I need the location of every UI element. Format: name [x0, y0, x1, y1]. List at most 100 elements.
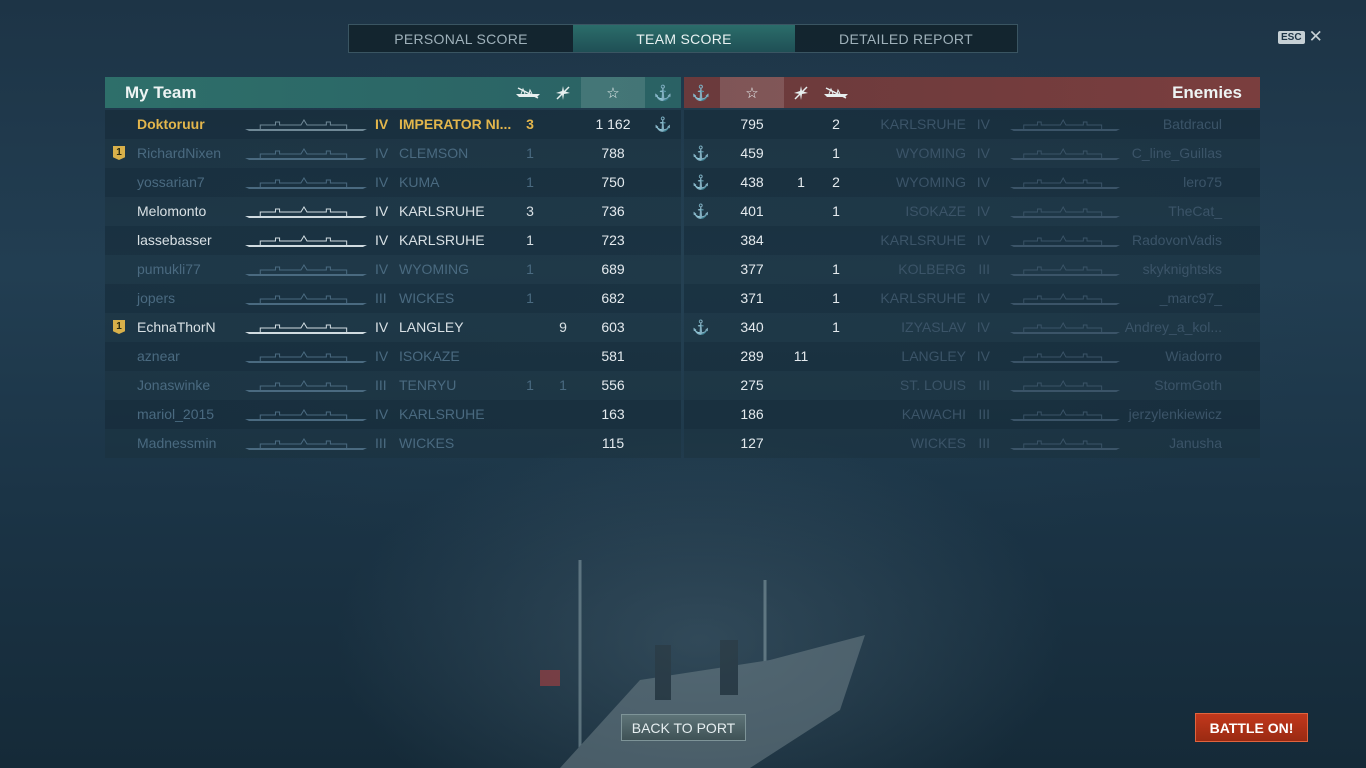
ship-tier: IV	[375, 145, 389, 161]
table-row[interactable]: Melomonto IV KARLSRUHE 3 736	[105, 197, 681, 226]
score-value: 736	[601, 203, 625, 219]
score-star-icon: ☆	[720, 77, 784, 108]
player-name: yossarian7	[137, 174, 205, 190]
back-to-port-button[interactable]: BACK TO PORT	[621, 714, 746, 741]
table-row[interactable]: 795 2 KARLSRUHE IV Batdracul	[684, 110, 1260, 139]
planes-destroyed-count	[546, 342, 580, 371]
close-button[interactable]: ESC ✕	[1278, 28, 1323, 45]
planes-destroyed-count	[784, 110, 818, 139]
table-row[interactable]: 275 ST. LOUIS III StormGoth	[684, 371, 1260, 400]
ship-silhouette-icon	[1010, 147, 1120, 161]
table-row[interactable]: 186 KAWACHI III jerzylenkiewicz	[684, 400, 1260, 429]
ship-name: WICKES	[399, 435, 455, 451]
ships-destroyed-count	[819, 429, 853, 458]
capture-anchor-icon	[684, 110, 718, 139]
table-row[interactable]: 289 11 LANGLEY IV Wiadorro	[684, 342, 1260, 371]
ship-silhouette-icon	[1010, 350, 1120, 364]
player-name: aznear	[137, 348, 180, 364]
ship-tier: IV	[976, 319, 990, 335]
planes-destroyed-count: 1	[797, 174, 805, 190]
ship-name: LANGLEY	[901, 348, 966, 364]
rank-badge: 1	[113, 146, 125, 160]
ship-silhouette-icon	[1010, 379, 1120, 393]
table-row[interactable]: jopers III WICKES 1 682	[105, 284, 681, 313]
table-row[interactable]: Doktoruur IV IMPERATOR NI... 3 1 162 ⚓	[105, 110, 681, 139]
capture-anchor-icon	[646, 168, 680, 197]
tab-team-score[interactable]: TEAM SCORE	[573, 25, 795, 52]
capture-anchor-icon: ⚓	[653, 84, 673, 102]
player-name: Doktoruur	[137, 116, 205, 132]
ship-tier: IV	[375, 116, 389, 132]
table-row[interactable]: mariol_2015 IV KARLSRUHE 163	[105, 400, 681, 429]
ship-tier: III	[978, 406, 990, 422]
planes-destroyed-count	[784, 313, 818, 342]
ships-destroyed-count	[510, 313, 550, 342]
table-row[interactable]: 1 EchnaThorN IV LANGLEY 9 603	[105, 313, 681, 342]
my-team-table: Doktoruur IV IMPERATOR NI... 3 1 162 ⚓ 1 Richar…	[105, 110, 681, 458]
table-row[interactable]: ⚓ 340 1 IZYASLAV IV Andrey_a_kol...	[684, 313, 1260, 342]
score-value: 689	[601, 261, 625, 277]
ship-tier: IV	[976, 290, 990, 306]
score-value: 127	[740, 435, 764, 451]
planes-destroyed-count: 11	[793, 348, 809, 364]
battle-on-button[interactable]: BATTLE ON!	[1195, 713, 1308, 742]
ships-destroyed-count: 1	[832, 145, 840, 161]
table-row[interactable]: ⚓ 401 1 ISOKAZE IV TheCat_	[684, 197, 1260, 226]
ship-name: TENRYU	[399, 377, 457, 393]
ships-destroyed-count: 3	[526, 116, 534, 132]
planes-destroyed-count	[784, 284, 818, 313]
ship-tier: IV	[375, 319, 389, 335]
ship-tier: IV	[976, 232, 990, 248]
table-row[interactable]: pumukli77 IV WYOMING 1 689	[105, 255, 681, 284]
ship-name: KUMA	[399, 174, 440, 190]
ship-silhouette-icon	[245, 176, 367, 190]
ship-silhouette-icon	[1010, 234, 1120, 248]
plane-kill-icon	[784, 77, 818, 108]
capture-anchor-icon	[646, 429, 680, 458]
ships-destroyed-count	[819, 226, 853, 255]
ship-tier: IV	[976, 116, 990, 132]
score-star-icon: ☆	[581, 77, 645, 108]
table-row[interactable]: 127 WICKES III Janusha	[684, 429, 1260, 458]
ships-destroyed-count: 2	[832, 174, 840, 190]
ship-name: KARLSRUHE	[399, 232, 485, 248]
planes-destroyed-count	[784, 429, 818, 458]
ship-silhouette-icon	[1010, 321, 1120, 335]
planes-destroyed-count	[546, 284, 580, 313]
player-name: C_line_Guillas	[1131, 145, 1222, 161]
planes-destroyed-count	[546, 197, 580, 226]
capture-anchor-icon	[684, 400, 718, 429]
capture-anchor-icon	[646, 342, 680, 371]
tab-personal-score[interactable]: PERSONAL SCORE	[349, 25, 573, 52]
score-value: 723	[601, 232, 625, 248]
score-value: 438	[740, 174, 764, 190]
table-row[interactable]: Jonaswinke III TENRYU 1 1 556	[105, 371, 681, 400]
table-row[interactable]: lassebasser IV KARLSRUHE 1 723	[105, 226, 681, 255]
table-row[interactable]: 384 KARLSRUHE IV RadovonVadis	[684, 226, 1260, 255]
table-row[interactable]: Madnessmin III WICKES 115	[105, 429, 681, 458]
ship-silhouette-icon	[1010, 292, 1120, 306]
esc-key-label: ESC	[1278, 30, 1305, 44]
table-row[interactable]: yossarian7 IV KUMA 1 750	[105, 168, 681, 197]
table-row[interactable]: 377 1 KOLBERG III skyknightsks	[684, 255, 1260, 284]
ship-tier: IV	[375, 406, 389, 422]
player-name: mariol_2015	[137, 406, 215, 422]
table-row[interactable]: ⚓ 438 1 2 WYOMING IV lero75	[684, 168, 1260, 197]
table-row[interactable]: ⚓ 459 1 WYOMING IV C_line_Guillas	[684, 139, 1260, 168]
tab-detailed-report[interactable]: DETAILED REPORT	[795, 25, 1017, 52]
table-row[interactable]: 1 RichardNixen IV CLEMSON 1 788	[105, 139, 681, 168]
planes-destroyed-count	[784, 226, 818, 255]
score-value: 371	[740, 290, 764, 306]
table-row[interactable]: 371 1 KARLSRUHE IV _marc97_	[684, 284, 1260, 313]
ship-silhouette-icon	[245, 118, 367, 132]
score-value: 459	[740, 145, 764, 161]
ship-silhouette-icon	[245, 205, 367, 219]
enemies-table: 795 2 KARLSRUHE IV Batdracul ⚓ 459 1 WYOMING IV C_…	[684, 110, 1260, 458]
planes-destroyed-count: 1	[559, 377, 567, 393]
table-row[interactable]: aznear IV ISOKAZE 581	[105, 342, 681, 371]
ship-name: ST. LOUIS	[899, 377, 966, 393]
player-name: _marc97_	[1159, 290, 1222, 306]
ship-silhouette-icon	[245, 379, 367, 393]
capture-anchor-icon	[646, 371, 680, 400]
ship-tier: IV	[976, 348, 990, 364]
